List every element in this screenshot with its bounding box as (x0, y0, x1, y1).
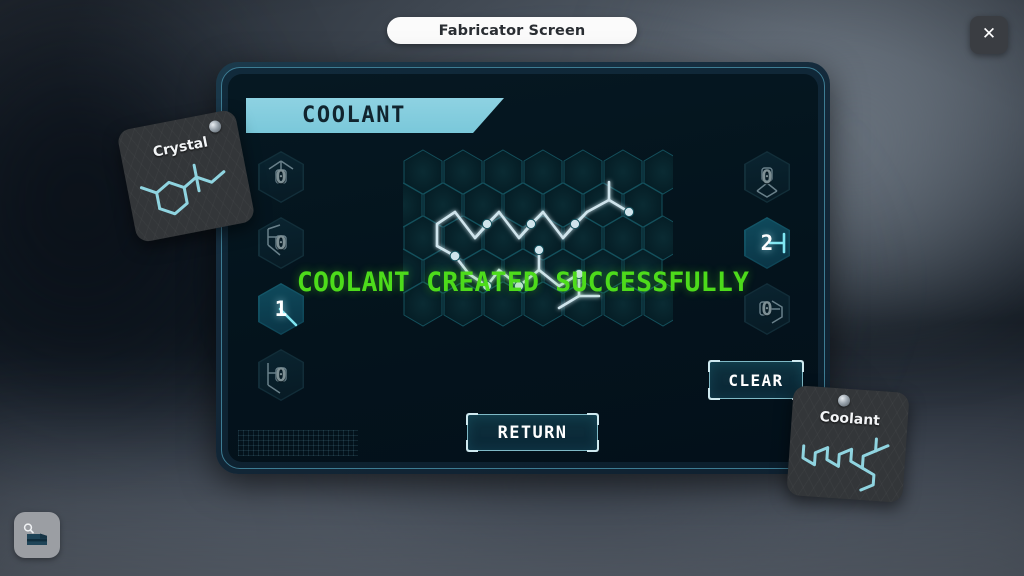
corner-bracket-icon (466, 440, 478, 452)
panel-content: COOLANT COOLANT CREATED SUCCESSFULLY 0 0… (228, 74, 818, 462)
clear-button[interactable]: CLEAR (708, 360, 804, 400)
slot-value: 0 (761, 298, 773, 320)
coolant-molecule-icon (801, 437, 890, 492)
corner-bracket-icon (587, 413, 599, 425)
item-card-coolant[interactable]: Coolant (786, 385, 910, 503)
close-button[interactable]: ✕ (970, 16, 1008, 54)
slot-left-3[interactable]: 1 (258, 283, 304, 335)
slot-value: 0 (275, 364, 287, 386)
close-icon: ✕ (981, 24, 997, 44)
panel-border: COOLANT COOLANT CREATED SUCCESSFULLY 0 0… (221, 67, 825, 469)
fabricator-panel: COOLANT COOLANT CREATED SUCCESSFULLY 0 0… (216, 62, 830, 474)
slot-value: 2 (760, 231, 774, 255)
slot-right-2[interactable]: 2 (744, 217, 790, 269)
corner-bracket-icon (708, 388, 720, 400)
status-message: COOLANT CREATED SUCCESSFULLY (296, 267, 750, 298)
crystal-molecule-icon (139, 163, 226, 216)
slot-left-4[interactable]: 0 (258, 349, 304, 401)
slot-right-1[interactable]: 0 (744, 151, 790, 203)
corner-bracket-icon (708, 360, 720, 372)
slot-value: 0 (761, 166, 773, 188)
slot-left-2[interactable]: 0 (258, 217, 304, 269)
slot-right-3[interactable]: 0 (744, 283, 790, 335)
hex-cells (403, 149, 673, 327)
corner-bracket-icon (792, 360, 804, 372)
inspect-magnify-icon (23, 523, 47, 545)
slot-value: 0 (275, 232, 287, 254)
panel-dot-texture (238, 430, 358, 456)
corner-bracket-icon (466, 413, 478, 425)
return-button-label: RETURN (497, 422, 568, 443)
panel-header-title: COOLANT (302, 103, 406, 128)
return-button[interactable]: RETURN (466, 413, 599, 452)
slot-left-1[interactable]: 0 (258, 151, 304, 203)
corner-bracket-icon (587, 440, 599, 452)
screen-title: Fabricator Screen (387, 17, 637, 44)
pin-icon (837, 394, 851, 408)
panel-header-banner: COOLANT (246, 98, 504, 133)
slot-value: 1 (274, 297, 288, 321)
item-card-label: Coolant (819, 408, 881, 430)
item-card-crystal[interactable]: Crystal (116, 108, 256, 244)
inspect-button[interactable] (14, 512, 60, 558)
fabricator-screen: Fabricator Screen ✕ COOLANT COOLANT CREA… (0, 0, 1024, 576)
clear-button-label: CLEAR (728, 370, 784, 390)
hex-grid-canvas[interactable] (403, 146, 673, 356)
slot-value: 0 (275, 166, 287, 188)
